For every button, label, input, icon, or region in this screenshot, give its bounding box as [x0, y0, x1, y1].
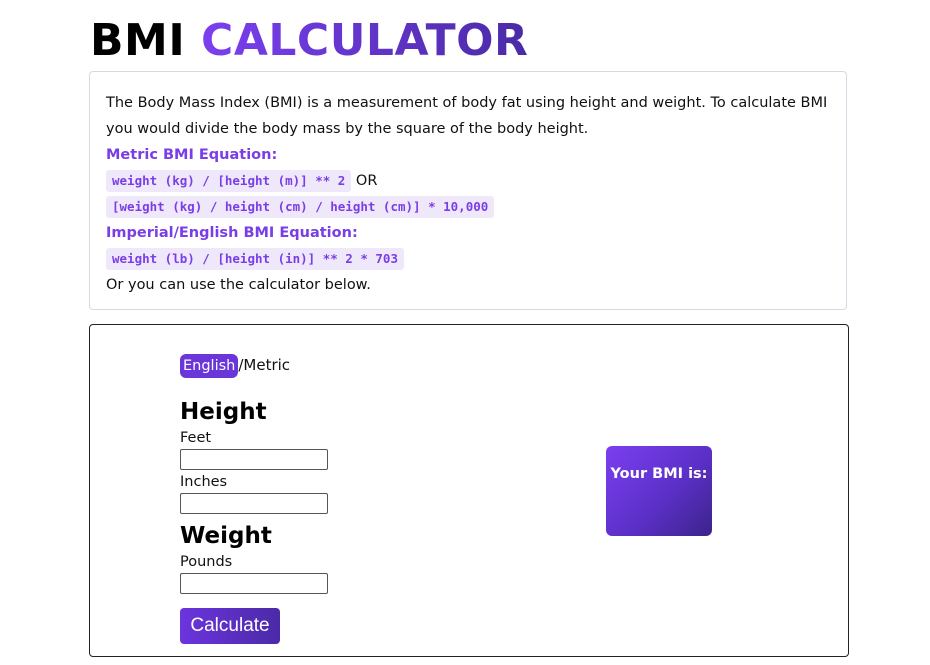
page-title: BMI CALCULATOR: [90, 10, 528, 72]
inches-label: Inches: [180, 474, 228, 490]
feet-input[interactable]: [180, 449, 328, 470]
calculator-panel: English/Metric Height Feet Inches Weight…: [89, 324, 849, 657]
title-calculator: CALCULATOR: [201, 15, 529, 66]
pounds-input[interactable]: [180, 573, 328, 594]
toggle-english[interactable]: English: [180, 354, 239, 378]
metric-equation-2: [weight (kg) / height (cm) / height (cm)…: [106, 196, 495, 218]
imperial-equation-row: weight (lb) / [height (in)] ** 2 * 703: [106, 246, 830, 272]
metric-equation-1: weight (kg) / [height (m)] ** 2: [106, 170, 352, 192]
pounds-label: Pounds: [180, 554, 233, 570]
imperial-equation: weight (lb) / [height (in)] ** 2 * 703: [106, 248, 404, 270]
calculate-button[interactable]: Calculate: [180, 608, 280, 644]
weight-heading: Weight: [180, 523, 272, 549]
intro-text: The Body Mass Index (BMI) is a measureme…: [106, 95, 828, 137]
unit-toggle: English/Metric: [180, 353, 290, 378]
bmi-result-label: Your BMI is:: [610, 466, 708, 482]
info-panel: The Body Mass Index (BMI) is a measureme…: [89, 71, 847, 310]
title-bmi: BMI: [90, 15, 186, 66]
toggle-metric[interactable]: Metric: [243, 356, 290, 374]
height-heading: Height: [180, 399, 267, 425]
outro-text: Or you can use the calculator below.: [106, 277, 371, 293]
imperial-equation-title: Imperial/English BMI Equation:: [106, 225, 358, 241]
bmi-result-box: Your BMI is:: [606, 446, 712, 536]
metric-equation-title: Metric BMI Equation:: [106, 147, 278, 163]
feet-label: Feet: [180, 430, 212, 446]
or-text: OR: [355, 173, 378, 189]
metric-equation-row-2: [weight (kg) / height (cm) / height (cm)…: [106, 194, 830, 220]
inches-input[interactable]: [180, 493, 328, 514]
metric-equation-row: weight (kg) / [height (m)] ** 2 OR: [106, 168, 830, 194]
